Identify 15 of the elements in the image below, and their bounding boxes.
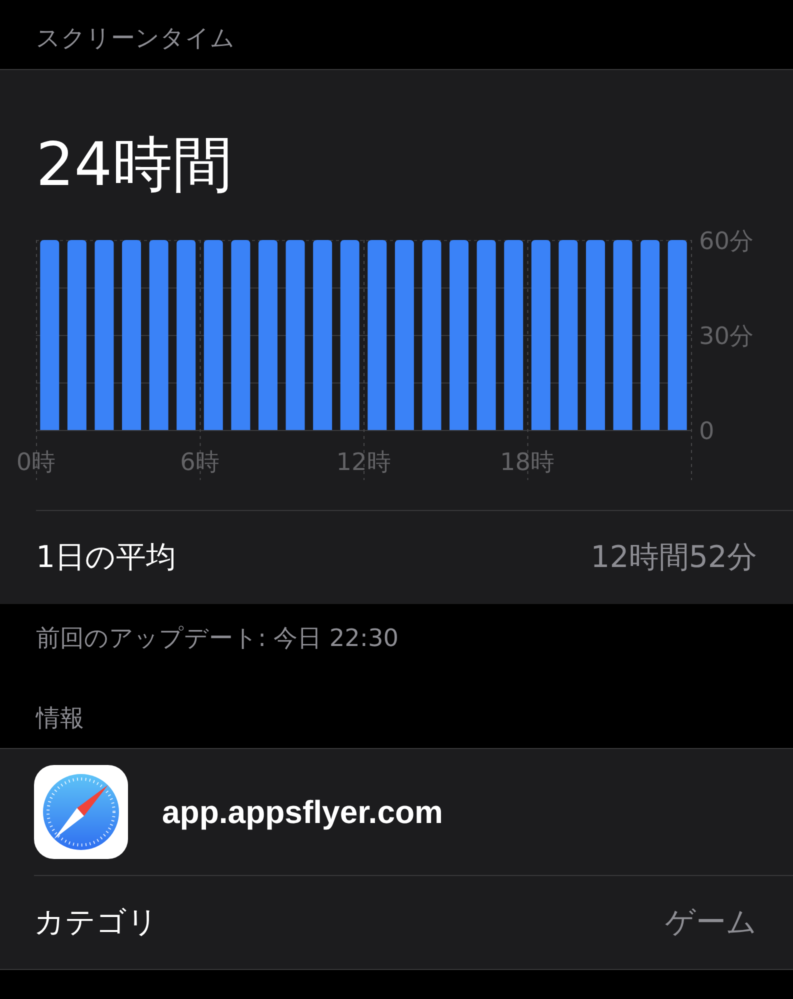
compass-icon	[34, 765, 128, 859]
axis-label: 0時	[16, 448, 56, 476]
axis-label: 6時	[180, 448, 220, 476]
average-label: 1日の平均	[36, 539, 176, 577]
category-value: ゲーム	[665, 904, 757, 942]
axis-label: 60分	[699, 227, 754, 255]
update-time: 前回のアップデート: 今日 22:30	[35, 623, 400, 654]
axis-label: 12時	[336, 448, 391, 476]
axis-label: 18時	[500, 448, 555, 476]
axis-label: 0	[699, 417, 714, 445]
axis-label: 30分	[699, 322, 754, 350]
total-time: 24時間	[36, 129, 234, 202]
app-name: app.appsflyer.com	[162, 794, 443, 830]
category-label: カテゴリ	[34, 904, 158, 942]
average-value: 12時間52分	[590, 539, 757, 577]
